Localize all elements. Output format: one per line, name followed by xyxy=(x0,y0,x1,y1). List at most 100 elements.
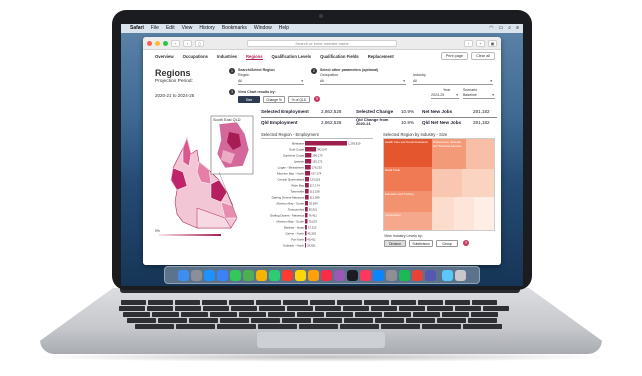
treemap-tile-professional[interactable]: Professional, Scientific and Technical S… xyxy=(432,139,466,169)
keyboard-key[interactable] xyxy=(418,300,443,305)
keyboard-key[interactable] xyxy=(455,306,481,311)
keyboard-key[interactable] xyxy=(315,306,341,311)
menu-file[interactable]: File xyxy=(151,24,159,33)
menu-safari[interactable]: Safari xyxy=(130,24,144,33)
music-icon[interactable] xyxy=(321,269,332,281)
keyboard-key[interactable] xyxy=(427,306,453,311)
battery-icon[interactable]: ▭ xyxy=(499,24,504,33)
zoom-window-icon[interactable] xyxy=(163,40,168,46)
size-button[interactable]: Size xyxy=(238,96,260,103)
subdivision-button[interactable]: Subdivision xyxy=(409,240,433,247)
region-select[interactable]: All ▾ xyxy=(238,78,304,85)
employment-bar[interactable] xyxy=(305,165,311,170)
notes-icon[interactable] xyxy=(295,269,306,281)
spotify-icon[interactable] xyxy=(399,269,410,281)
keyboard-key[interactable] xyxy=(176,324,215,329)
keyboard-key[interactable] xyxy=(127,318,156,323)
teams-icon[interactable] xyxy=(425,269,436,281)
keyboard-key[interactable] xyxy=(468,318,497,323)
keyboard-key[interactable] xyxy=(202,300,227,305)
keyboard-key[interactable] xyxy=(123,312,150,317)
minimize-window-icon[interactable] xyxy=(155,40,160,46)
pct-of-qld-button[interactable]: % of QLD xyxy=(288,96,310,103)
keyboard-key[interactable] xyxy=(371,306,397,311)
print-page-button[interactable]: Print page xyxy=(440,52,469,60)
control-center-icon[interactable]: ≡ xyxy=(516,24,519,33)
share-icon[interactable]: ↑ xyxy=(464,39,473,47)
safari-icon[interactable] xyxy=(204,269,215,281)
keyboard-key[interactable] xyxy=(148,300,173,305)
keyboard-key[interactable] xyxy=(375,318,404,323)
employment-bar[interactable] xyxy=(305,183,309,188)
menu-window[interactable]: Window xyxy=(254,24,272,33)
keyboard-key[interactable] xyxy=(210,312,237,317)
keyboard-key[interactable] xyxy=(239,312,266,317)
folder-icon[interactable] xyxy=(442,269,453,281)
tab-qualification-fields[interactable]: Qualification Fields xyxy=(320,54,359,60)
keyboard-key[interactable] xyxy=(282,318,311,323)
employment-bar[interactable] xyxy=(305,159,312,164)
treemap-tile[interactable] xyxy=(432,169,462,197)
close-window-icon[interactable] xyxy=(147,40,152,46)
industry-treemap[interactable]: Health Care and Social Assistance Retail… xyxy=(384,139,494,230)
keyboard-key[interactable] xyxy=(326,312,353,317)
treemap-tile[interactable] xyxy=(454,197,474,230)
menu-help[interactable]: Help xyxy=(279,24,289,33)
tab-replacement[interactable]: Replacement xyxy=(368,54,394,60)
employment-bar[interactable] xyxy=(305,219,308,224)
keyboard-key[interactable] xyxy=(337,300,362,305)
employment-bar[interactable] xyxy=(305,243,307,248)
photos-icon[interactable] xyxy=(256,269,267,281)
keyboard-key[interactable] xyxy=(175,306,201,311)
tab-qualification-levels[interactable]: Qualification Levels xyxy=(272,54,312,60)
launchpad-icon[interactable] xyxy=(191,269,202,281)
podcasts-icon[interactable] xyxy=(334,269,345,281)
maps-icon[interactable] xyxy=(243,269,254,281)
tab-industries[interactable]: Industries xyxy=(217,54,237,60)
occupation-select[interactable]: All ▾ xyxy=(320,78,406,85)
tab-overview-icon[interactable]: ▣ xyxy=(488,39,497,47)
keyboard-key[interactable] xyxy=(181,312,208,317)
help-icon[interactable]: ? xyxy=(463,240,469,246)
change-pct-button[interactable]: Change % xyxy=(263,96,285,103)
keyboard-key[interactable] xyxy=(399,306,425,311)
keyboard-key[interactable] xyxy=(147,306,173,311)
keyboard-key[interactable] xyxy=(258,324,297,329)
qld-region-map[interactable] xyxy=(153,110,257,250)
employment-bar[interactable] xyxy=(305,213,308,218)
keyboard-key[interactable] xyxy=(231,306,257,311)
keyboard-key[interactable] xyxy=(471,312,498,317)
keyboard-key[interactable] xyxy=(299,324,338,329)
map-region-cape[interactable] xyxy=(182,137,192,167)
new-tab-icon[interactable]: + xyxy=(476,39,485,47)
keyboard-key[interactable] xyxy=(413,312,440,317)
employment-bar[interactable] xyxy=(305,207,308,212)
employment-bar[interactable] xyxy=(305,195,309,200)
trash-icon[interactable] xyxy=(455,269,466,281)
employment-bar[interactable] xyxy=(305,153,312,158)
clear-all-button[interactable]: Clear all xyxy=(471,52,495,60)
group-button[interactable]: Group xyxy=(436,240,458,247)
keyboard-key[interactable] xyxy=(256,300,281,305)
employment-bar[interactable] xyxy=(305,177,309,182)
keyboard-key[interactable] xyxy=(422,324,461,329)
keyboard-key[interactable] xyxy=(287,306,313,311)
finder-icon[interactable] xyxy=(178,269,189,281)
keyboard-key[interactable] xyxy=(297,312,324,317)
keyboard-key[interactable] xyxy=(364,300,389,305)
menu-bookmarks[interactable]: Bookmarks xyxy=(222,24,247,33)
calendar-icon[interactable] xyxy=(282,269,293,281)
back-button[interactable]: ‹ xyxy=(171,39,180,47)
year-select[interactable]: 2024-25 ▾ xyxy=(431,92,459,99)
keyboard-key[interactable] xyxy=(152,312,179,317)
keyboard-key[interactable] xyxy=(344,318,373,323)
keyboard-key[interactable] xyxy=(445,300,470,305)
menu-view[interactable]: View xyxy=(182,24,193,33)
tab-occupations[interactable]: Occupations xyxy=(183,54,208,60)
chrome-icon[interactable] xyxy=(412,269,423,281)
keyboard-key[interactable] xyxy=(384,312,411,317)
mail-icon[interactable] xyxy=(217,269,228,281)
reminders-icon[interactable] xyxy=(308,269,319,281)
trackpad[interactable] xyxy=(257,332,385,348)
news-icon[interactable] xyxy=(360,269,371,281)
